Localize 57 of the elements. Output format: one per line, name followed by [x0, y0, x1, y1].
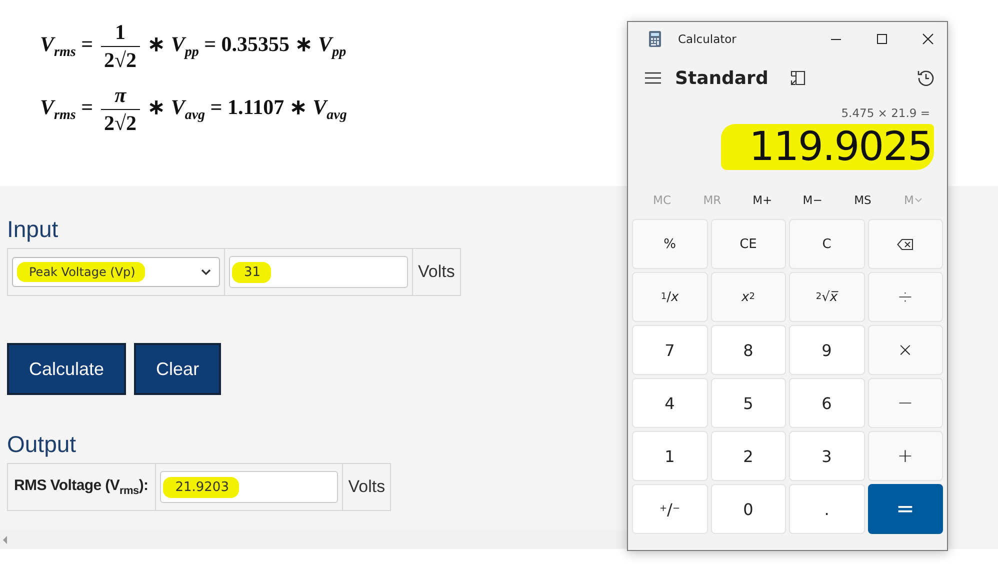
clear-button[interactable]: Clear	[134, 343, 222, 395]
unit-label: Volts	[347, 477, 386, 497]
memory-button[interactable]: M−	[790, 188, 835, 212]
fraction-denominator: 2√2	[101, 109, 140, 136]
calculator-key[interactable]: 8	[710, 325, 786, 375]
calculator-key[interactable]: $^{1}$/x	[632, 272, 708, 322]
calculator-key[interactable]: x$^{2}$	[710, 272, 786, 322]
backspace-icon	[897, 238, 914, 250]
calculator-key[interactable]: 7	[632, 325, 708, 375]
maximize-icon[interactable]	[876, 32, 888, 44]
section-heading: Input	[7, 216, 58, 243]
calculator-key[interactable]: 6	[789, 378, 864, 428]
menu-icon[interactable]	[645, 72, 661, 84]
field-label: RMS Voltage (V$_{rms}$):	[13, 477, 150, 497]
calculate-button[interactable]: Calculate	[7, 343, 126, 395]
calculator-key[interactable]: 2	[710, 431, 786, 481]
window-title: Calculator	[678, 32, 736, 46]
input-field[interactable]: 31	[229, 256, 408, 288]
calculator-key[interactable]: ÷	[868, 272, 943, 322]
formula-text: ∗ V$_{pp}$ = 0.35355 ∗ V$_{pp}$	[148, 32, 346, 62]
calculator-key[interactable]: CE	[710, 219, 786, 269]
horizontal-scrollbar[interactable]	[0, 530, 629, 549]
fraction-numerator: 1	[114, 20, 127, 46]
calculator-key[interactable]: +	[868, 431, 943, 481]
calculator-key[interactable]: 5	[710, 378, 786, 428]
memory-button[interactable]: M+	[740, 188, 784, 212]
dropdown[interactable]: Peak Voltage (Vp)	[12, 257, 220, 287]
calculator-key[interactable]: 4	[632, 378, 708, 428]
calculator-key[interactable]: .	[789, 484, 864, 534]
formula-text: V$_{rms}$ =	[40, 32, 94, 62]
fraction-numerator: π	[114, 83, 128, 109]
calculator-icon	[649, 30, 661, 46]
calculator-key[interactable]: %	[632, 219, 708, 269]
expression-text: 5.475 × 21.9 =	[841, 106, 930, 120]
chevron-down-icon	[201, 269, 211, 275]
calculator-key[interactable]: 3	[789, 431, 864, 481]
close-icon[interactable]	[922, 32, 934, 44]
formula-text: V$_{rms}$ =	[40, 94, 94, 124]
fraction-denominator: 2√2	[101, 46, 140, 73]
calculator-key[interactable]: 9	[789, 325, 864, 375]
keep-on-top-icon[interactable]	[790, 70, 806, 86]
calculator-key[interactable]: ×	[868, 325, 943, 375]
unit-label: Volts	[417, 262, 456, 282]
calculator-key[interactable]: $^{2}$√x̅	[789, 272, 864, 322]
result-display: 119.9025	[721, 124, 934, 170]
calculator-key[interactable]: 0	[710, 484, 786, 534]
calculator-key[interactable]: −	[868, 378, 943, 428]
equals-key[interactable]: =	[868, 484, 943, 534]
calculator-key[interactable]: C	[789, 219, 864, 269]
mode-title: Standard	[675, 68, 768, 88]
history-icon[interactable]	[917, 69, 935, 87]
chevron-down-icon	[914, 198, 922, 202]
output-field[interactable]: 21.9203	[160, 471, 338, 503]
calculator-key[interactable]: 1	[632, 431, 708, 481]
section-heading: Output	[7, 431, 76, 458]
memory-button[interactable]: MS	[840, 188, 885, 212]
formula-text: ∗ V$_{avg}$ = 1.1107 ∗ V$_{avg}$	[148, 94, 347, 124]
